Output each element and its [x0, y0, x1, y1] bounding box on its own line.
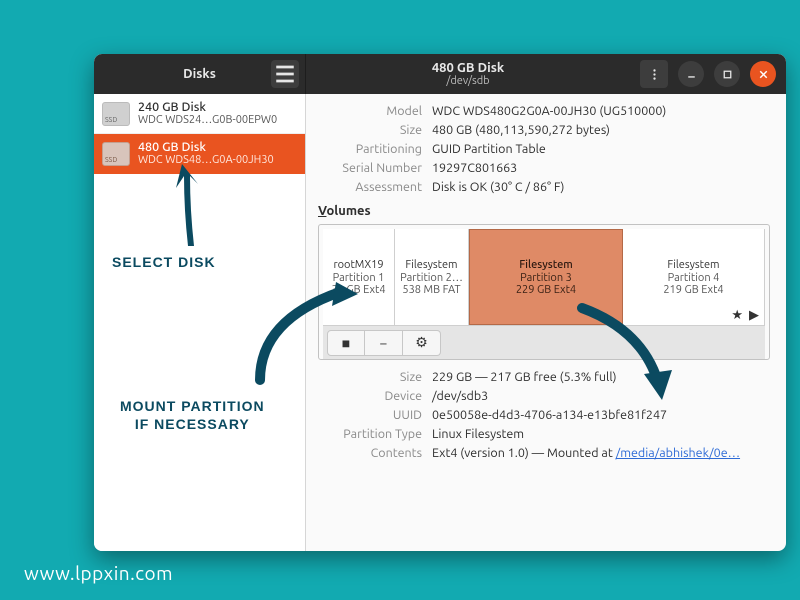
close-icon: [757, 68, 770, 81]
label-serial: Serial Number: [318, 161, 422, 175]
value-partitioning: GUID Partition Table: [432, 142, 770, 156]
stop-icon: ■: [342, 335, 350, 351]
value-device: /dev/sdb3: [432, 389, 770, 403]
headerbar-center: 480 GB Disk /dev/sdb: [306, 54, 630, 94]
value-psize: 229 GB — 217 GB free (5.3% full): [432, 370, 770, 384]
ssd-icon: SSD: [102, 102, 130, 126]
volume-partition-2[interactable]: Filesystem Partition 2… 538 MB FAT: [395, 229, 469, 325]
value-model: WDC WDS480G2G0A-00JH30 (UG510000): [432, 104, 770, 118]
disk-item-sub: WDC WDS48…G0A-00JH30: [138, 154, 274, 167]
label-partitioning: Partitioning: [318, 142, 422, 156]
disk-path: /dev/sdb: [446, 75, 489, 87]
app-title: Disks: [183, 67, 216, 81]
disk-menu-button[interactable]: [640, 60, 668, 88]
minimize-icon: [685, 68, 698, 81]
label-ptype: Partition Type: [318, 427, 422, 441]
label-size: Size: [318, 123, 422, 137]
volume-toolbar: ■ − ⚙: [323, 325, 765, 359]
label-model: Model: [318, 104, 422, 118]
partition-options-button[interactable]: ⚙: [403, 330, 441, 356]
star-icon[interactable]: ★: [731, 308, 743, 323]
volumes-frame: rootMX19 Partition 1 31 GB Ext4 Filesyst…: [318, 224, 770, 360]
headerbar: Disks 480 GB Disk /dev/sdb: [94, 54, 786, 94]
hamburger-menu-button[interactable]: [271, 60, 299, 88]
hamburger-icon: [271, 60, 299, 88]
label-device: Device: [318, 389, 422, 403]
maximize-button[interactable]: [714, 61, 740, 87]
value-uuid: 0e50058e-d4d3-4706-a134-e13bfe81f247: [432, 408, 770, 422]
value-ptype: Linux Filesystem: [432, 427, 770, 441]
delete-partition-button[interactable]: −: [365, 330, 403, 356]
disk-item-480[interactable]: SSD 480 GB Disk WDC WDS48…G0A-00JH30: [94, 134, 305, 174]
headerbar-left: Disks: [94, 54, 306, 94]
annotation-mount: MOUNT PARTITION IF NECESSARY: [120, 398, 265, 433]
headerbar-right: [630, 54, 786, 94]
mount-point-link[interactable]: /media/abhishek/0e…: [616, 446, 740, 460]
ssd-icon: SSD: [102, 142, 130, 166]
volume-partition-3[interactable]: Filesystem Partition 3 229 GB Ext4: [469, 229, 623, 325]
kebab-icon: [648, 68, 661, 81]
label-psize: Size: [318, 370, 422, 384]
label-assessment: Assessment: [318, 180, 422, 194]
volumes-strip: rootMX19 Partition 1 31 GB Ext4 Filesyst…: [323, 229, 765, 325]
eject-icon[interactable]: ▶: [749, 308, 759, 323]
disk-item-name: 480 GB Disk: [138, 140, 274, 154]
disk-item-240[interactable]: SSD 240 GB Disk WDC WDS24…G0B-00EPW0: [94, 94, 305, 134]
annotation-select-disk: SELECT DISK: [112, 254, 216, 270]
volume-partition-1[interactable]: rootMX19 Partition 1 31 GB Ext4: [323, 229, 395, 325]
disk-info: Model WDC WDS480G2G0A-00JH30 (UG510000) …: [318, 104, 770, 194]
maximize-icon: [721, 68, 734, 81]
minimize-button[interactable]: [678, 61, 704, 87]
disk-list: SSD 240 GB Disk WDC WDS24…G0B-00EPW0 SSD…: [94, 94, 306, 551]
watermark: www.lppxin.com: [24, 562, 173, 584]
minus-icon: −: [380, 335, 388, 351]
value-contents: Ext4 (version 1.0) — Mounted at /media/a…: [432, 446, 770, 460]
window-body: SSD 240 GB Disk WDC WDS24…G0B-00EPW0 SSD…: [94, 94, 786, 551]
volume-corner-actions: ★ ▶: [731, 308, 759, 323]
disks-window: Disks 480 GB Disk /dev/sdb: [94, 54, 786, 551]
close-button[interactable]: [750, 61, 776, 87]
value-size: 480 GB (480,113,590,272 bytes): [432, 123, 770, 137]
gear-icon: ⚙: [415, 334, 428, 351]
label-uuid: UUID: [318, 408, 422, 422]
disk-item-sub: WDC WDS24…G0B-00EPW0: [138, 114, 277, 127]
label-contents: Contents: [318, 446, 422, 460]
disk-item-name: 240 GB Disk: [138, 100, 277, 114]
partition-info: Size 229 GB — 217 GB free (5.3% full) De…: [318, 370, 770, 460]
value-assessment: Disk is OK (30° C / 86° F): [432, 180, 770, 194]
disk-title: 480 GB Disk: [432, 61, 504, 75]
value-serial: 19297C801663: [432, 161, 770, 175]
volumes-title: Volumes: [318, 204, 770, 218]
content-pane: Model WDC WDS480G2G0A-00JH30 (UG510000) …: [306, 94, 786, 551]
unmount-button[interactable]: ■: [327, 330, 365, 356]
